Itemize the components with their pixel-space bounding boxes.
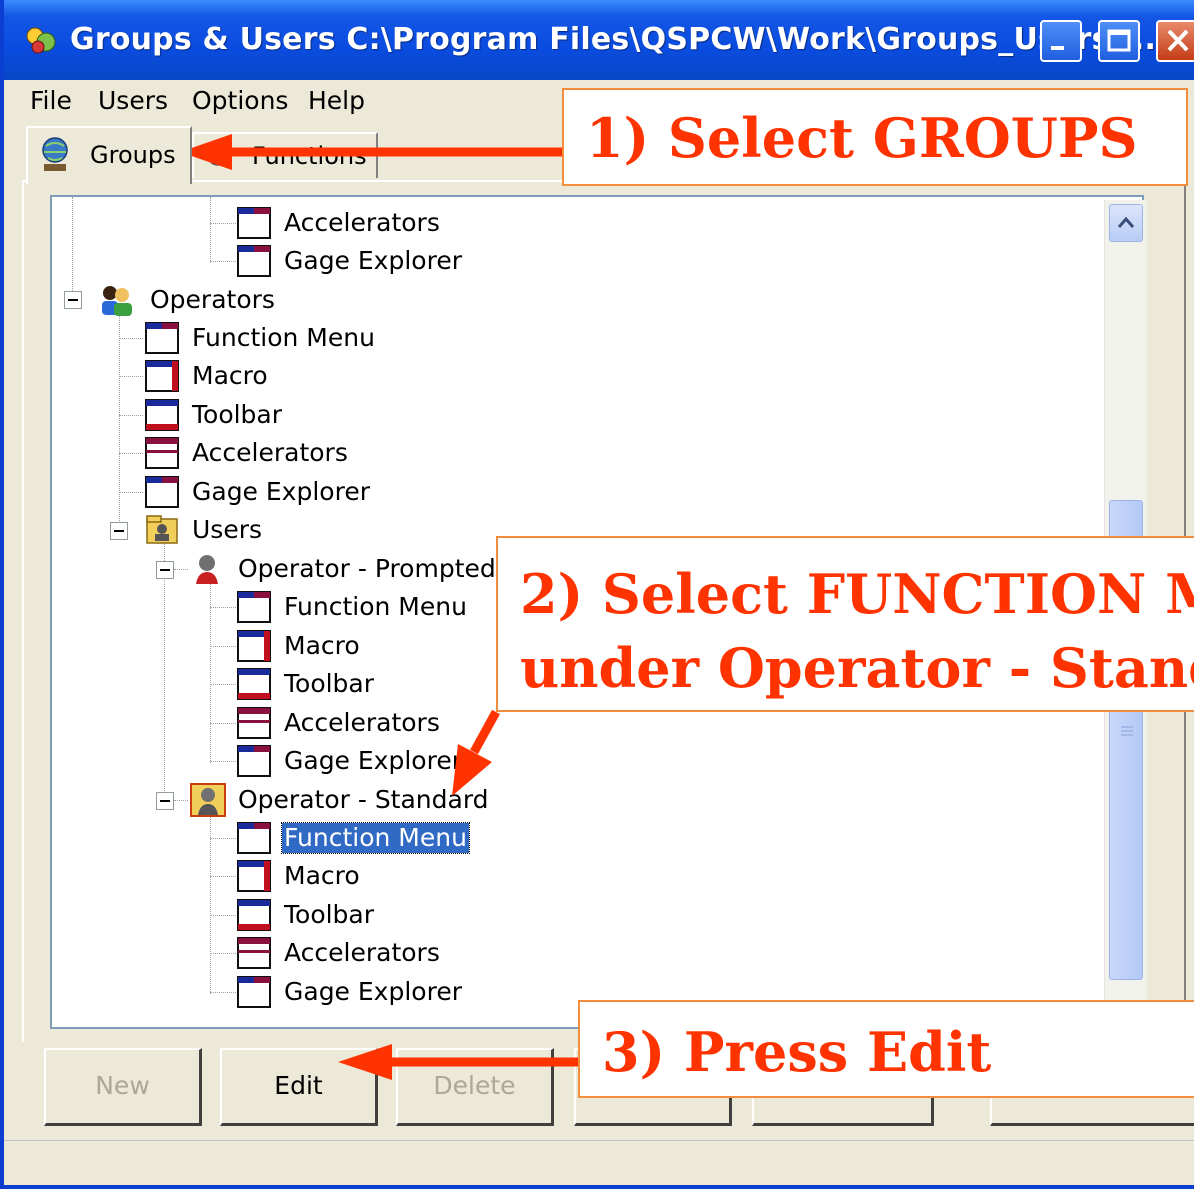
tab-groups-label: Groups: [90, 141, 176, 169]
window-icon: [237, 668, 271, 700]
window-icon: [145, 360, 179, 392]
window-icon: [237, 822, 271, 854]
status-bar: [4, 1140, 1194, 1185]
window-icon: [237, 245, 271, 277]
menu-options[interactable]: Options: [192, 86, 288, 115]
tab-functions-label: Functions: [252, 142, 367, 170]
delete-button-label: Delete: [433, 1071, 516, 1100]
window-icon: [237, 976, 271, 1008]
app-icon: [26, 27, 56, 54]
user-icon: [196, 555, 218, 584]
grip-icon: [1121, 726, 1133, 736]
edit-button[interactable]: Edit: [220, 1048, 378, 1126]
window-icon: [237, 591, 271, 623]
collapse-operator-standard-toggle[interactable]: [156, 792, 174, 810]
window-icon: [145, 322, 179, 354]
maximize-icon: [1107, 29, 1131, 52]
window-icon: [237, 899, 271, 931]
window-icon: [237, 745, 271, 777]
minimize-button[interactable]: [1040, 20, 1082, 62]
callout-step-1: 1) Select GROUPS: [562, 88, 1188, 186]
minimize-icon: [1051, 46, 1064, 50]
window-icon: [145, 476, 179, 508]
callout-step-2: 2) Select FUNCTION ME under Operator - S…: [496, 536, 1194, 712]
callout-step-3: 3) Press Edit: [578, 1000, 1194, 1098]
window-icon: [237, 937, 271, 969]
chevron-up-icon: [1117, 216, 1135, 228]
window-icon: [237, 860, 271, 892]
tab-functions[interactable]: Functions: [192, 132, 378, 178]
menu-file[interactable]: File: [30, 86, 72, 115]
menu-users[interactable]: Users: [98, 86, 168, 115]
menu-help[interactable]: Help: [308, 86, 365, 115]
new-button[interactable]: New: [44, 1048, 202, 1126]
window-icon: [237, 707, 271, 739]
close-button[interactable]: [1156, 20, 1194, 62]
window-icon: [237, 207, 271, 239]
user-icon: [190, 783, 226, 817]
tab-groups[interactable]: Groups: [26, 126, 192, 184]
scroll-up-button[interactable]: [1109, 204, 1143, 242]
window-icon: [145, 399, 179, 431]
title-bar[interactable]: Groups & Users C:\Program Files\QSPCW\Wo…: [4, 0, 1194, 80]
delete-button[interactable]: Delete: [396, 1048, 554, 1126]
collapse-users-toggle[interactable]: [110, 522, 128, 540]
window-icon: [237, 630, 271, 662]
group-users-icon: [102, 286, 132, 316]
window-title: Groups & Users C:\Program Files\QSPCW\Wo…: [70, 22, 1157, 57]
window-icon: [145, 437, 179, 469]
globe-user-icon: [42, 137, 68, 171]
maximize-button[interactable]: [1098, 20, 1140, 62]
collapse-operator-prompted-toggle[interactable]: [156, 561, 174, 579]
collapse-operators-toggle[interactable]: [64, 291, 82, 309]
users-folder-icon: [146, 515, 178, 544]
close-icon: [1167, 29, 1189, 52]
functions-icon: [206, 142, 230, 166]
